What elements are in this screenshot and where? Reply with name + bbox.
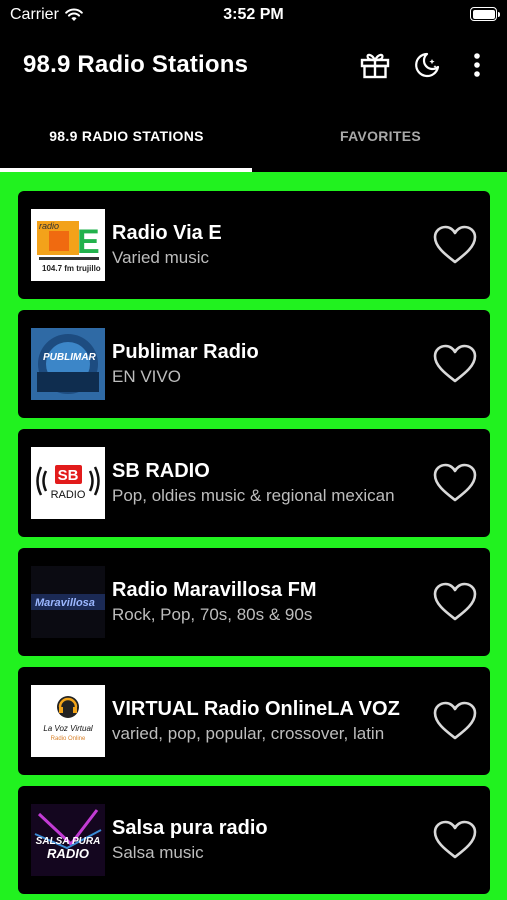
station-card[interactable]: radio E 104.7 fm trujillo Radio Via E Va…: [18, 191, 490, 299]
station-description: Pop, oldies music & regional mexican: [112, 486, 395, 505]
svg-text:SB: SB: [58, 467, 79, 484]
station-name: Radio Maravillosa FM: [112, 579, 317, 601]
station-card[interactable]: SALSA PURA RADIO Salsa pura radio Salsa …: [18, 786, 490, 894]
app-bar: 98.9 Radio Stations: [0, 30, 507, 100]
station-name: Salsa pura radio: [112, 817, 268, 839]
page-title: 98.9 Radio Stations: [23, 51, 249, 78]
status-time: 3:52 PM: [223, 6, 284, 23]
svg-text:RADIO: RADIO: [51, 489, 86, 501]
station-name: SB RADIO: [112, 460, 210, 482]
station-description: Varied music: [112, 248, 209, 267]
svg-text:E: E: [77, 223, 100, 261]
station-name: Radio Via E: [112, 222, 222, 244]
moon-stars-icon: [415, 52, 440, 78]
status-bar: Carrier 3:52 PM: [0, 0, 507, 30]
station-logo: Maravillosa: [31, 566, 105, 638]
svg-text:La Voz Virtual: La Voz Virtual: [43, 724, 93, 733]
station-description: EN VIVO: [112, 367, 181, 386]
station-logo: PUBLIMAR: [31, 328, 105, 400]
station-name: Publimar Radio: [112, 341, 259, 363]
station-card[interactable]: PUBLIMAR Publimar Radio EN VIVO: [18, 310, 490, 418]
station-card[interactable]: SB RADIO SB RADIO Pop, oldies music & re…: [18, 429, 490, 537]
tab-radio-stations[interactable]: 98.9 RADIO STATIONS: [0, 100, 253, 172]
station-description: Salsa music: [112, 843, 204, 862]
more-options-button[interactable]: [460, 48, 494, 82]
svg-text:radio: radio: [39, 221, 59, 231]
station-logo: SB RADIO: [31, 447, 105, 519]
station-description: Rock, Pop, 70s, 80s & 90s: [112, 605, 313, 624]
favorite-heart-icon[interactable]: [432, 224, 478, 266]
svg-text:104.7 fm trujillo: 104.7 fm trujillo: [42, 264, 101, 273]
favorite-heart-icon[interactable]: [432, 819, 478, 861]
svg-text:Radio Online: Radio Online: [51, 736, 86, 742]
station-logo: radio E 104.7 fm trujillo: [31, 209, 105, 281]
station-card[interactable]: La Voz Virtual Radio Online VIRTUAL Radi…: [18, 667, 490, 775]
favorite-heart-icon[interactable]: [432, 343, 478, 385]
theme-toggle-button[interactable]: [410, 48, 444, 82]
station-logo: SALSA PURA RADIO: [31, 804, 105, 876]
battery-icon: [470, 7, 500, 21]
station-card[interactable]: Maravillosa Radio Maravillosa FM Rock, P…: [18, 548, 490, 656]
gift-button[interactable]: [358, 48, 392, 82]
favorite-heart-icon[interactable]: [432, 700, 478, 742]
tab-favorites[interactable]: FAVORITES: [254, 100, 507, 172]
station-description: varied, pop, popular, crossover, latin: [112, 724, 385, 743]
svg-text:PUBLIMAR: PUBLIMAR: [43, 352, 97, 363]
favorite-heart-icon[interactable]: [432, 581, 478, 623]
station-logo: La Voz Virtual Radio Online: [31, 685, 105, 757]
station-list[interactable]: radio E 104.7 fm trujillo Radio Via E Va…: [0, 172, 507, 900]
station-name: VIRTUAL Radio OnlineLA VOZ: [112, 698, 400, 720]
svg-text:Maravillosa: Maravillosa: [35, 597, 95, 609]
svg-text:RADIO: RADIO: [47, 846, 89, 861]
more-vertical-icon: [474, 53, 480, 77]
favorite-heart-icon[interactable]: [432, 462, 478, 504]
gift-icon: [360, 53, 390, 79]
tab-bar: 98.9 RADIO STATIONS FAVORITES: [0, 100, 507, 172]
